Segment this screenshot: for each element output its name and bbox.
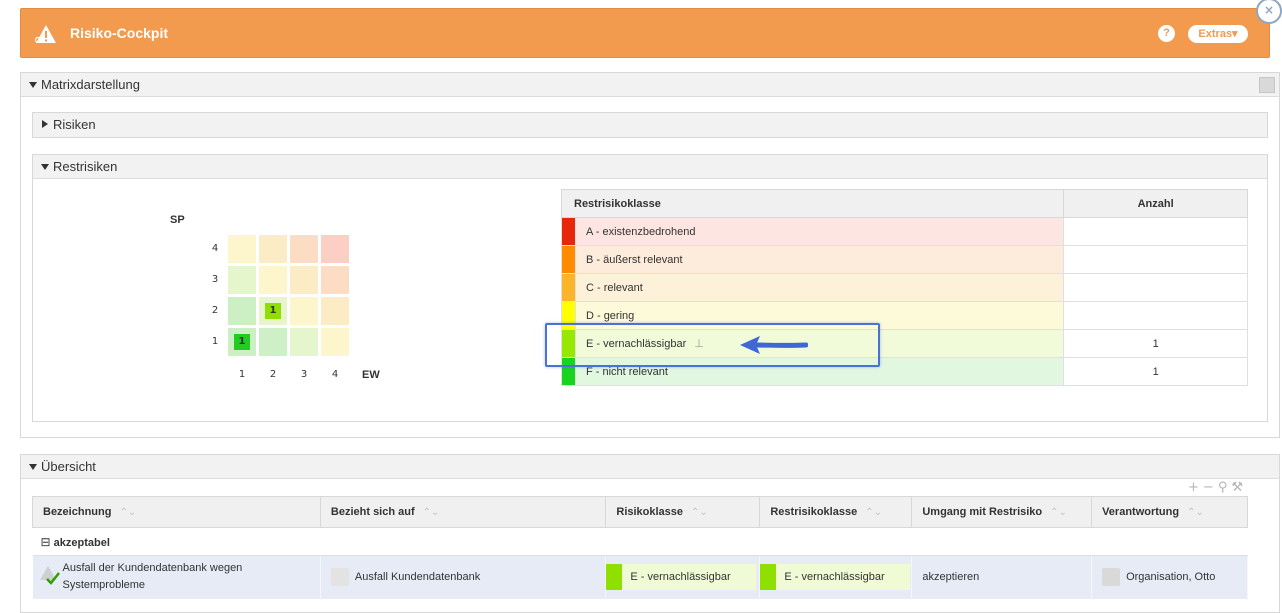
class-label: C - relevant	[574, 273, 1065, 302]
class-count	[1063, 273, 1248, 302]
sort-icon: ⌃⌄	[1050, 507, 1067, 518]
arrow-annotation-icon	[740, 336, 808, 354]
risk-accepted-icon	[39, 566, 60, 585]
risiken-panel: Risiken	[32, 112, 1268, 138]
class-label: A - existenzbedrohend	[574, 217, 1065, 246]
matrix-cell[interactable]	[321, 235, 349, 263]
y-tick-label: 1	[211, 336, 219, 347]
x-tick-label: 2	[269, 369, 277, 380]
x-tick-label: 1	[238, 369, 246, 380]
column-header-anzahl[interactable]: Anzahl	[1063, 189, 1248, 218]
matrix-cell[interactable]	[259, 266, 287, 294]
matrix-cell[interactable]: 1	[259, 297, 287, 325]
risk-cockpit-window: Risiko-Cockpit ? Extras▾ × Matrixdarstel…	[0, 0, 1282, 613]
add-icon[interactable]: +	[1188, 480, 1203, 495]
column-header-restrisikoklasse[interactable]: Restrisikoklasse	[560, 189, 1065, 218]
matrix-cell[interactable]	[290, 328, 318, 356]
matrix-cell[interactable]	[321, 328, 349, 356]
group-label: akzeptabel	[53, 536, 110, 549]
x-axis-label: EW	[362, 369, 380, 381]
collapse-icon	[29, 82, 37, 88]
asset-icon	[330, 568, 349, 587]
matrix-cell[interactable]	[321, 266, 349, 294]
extras-button[interactable]: Extras▾	[1188, 25, 1248, 43]
matrix-panel-header[interactable]: Matrixdarstellung	[21, 73, 1279, 97]
y-tick-label: 2	[211, 305, 219, 316]
class-color-swatch	[561, 273, 576, 302]
restrisiken-panel-header[interactable]: Restrisiken	[33, 155, 1267, 179]
help-icon[interactable]: ?	[1158, 25, 1175, 42]
restrisiko-row[interactable]: C - relevant	[561, 273, 1248, 302]
group-row[interactable]: ⊟ akzeptabel	[32, 527, 1248, 556]
matrix-panel-title: Matrixdarstellung	[41, 77, 140, 92]
matrix-cell[interactable]: 1	[228, 328, 256, 356]
restrisiko-row[interactable]: B - äußerst relevant	[561, 245, 1248, 274]
window-title: Risiko-Cockpit	[70, 25, 169, 41]
class-count	[1063, 245, 1248, 274]
y-tick-label: 3	[211, 274, 219, 285]
class-count: 1	[1063, 329, 1248, 358]
overview-toolbar: +−⚲⚒	[1188, 480, 1247, 495]
cell-risikoklasse: E - vernachlässigbar	[605, 555, 761, 599]
restrisiken-panel-title: Restrisiken	[53, 159, 118, 174]
class-count	[1063, 301, 1248, 330]
remove-icon[interactable]: −	[1203, 480, 1218, 495]
x-tick-label: 4	[331, 369, 339, 380]
highlight-annotation	[545, 323, 880, 367]
matrix-cell[interactable]	[259, 328, 287, 356]
column-header-risikoklasse[interactable]: Risikoklasse ⌃⌄	[605, 496, 761, 528]
title-bar: Risiko-Cockpit ? Extras▾	[20, 8, 1270, 58]
risiken-panel-header[interactable]: Risiken	[33, 113, 1267, 137]
class-color-swatch	[561, 217, 576, 246]
x-tick-label: 3	[300, 369, 308, 380]
uebersicht-panel-header[interactable]: Übersicht	[21, 455, 1279, 479]
risk-warning-icon	[35, 25, 56, 44]
sort-icon: ⌃⌄	[691, 507, 708, 518]
cell-restrisikoklasse: E - vernachlässigbar	[759, 555, 913, 599]
cell-umgang: akzeptieren	[911, 555, 1093, 599]
layout-toggle-icon[interactable]	[1259, 77, 1275, 93]
class-label: B - äußerst relevant	[574, 245, 1065, 274]
table-row[interactable]: Ausfall der Kundendatenbank wegen System…	[32, 555, 1248, 599]
cell-verantwortung: Organisation, Otto	[1091, 555, 1248, 599]
collapse-icon	[41, 164, 49, 170]
class-count: 1	[1063, 357, 1248, 386]
restrisiko-row[interactable]: A - existenzbedrohend	[561, 217, 1248, 246]
matrix-cell[interactable]	[321, 297, 349, 325]
column-header-restrisikoklasse[interactable]: Restrisikoklasse ⌃⌄	[759, 496, 913, 528]
overview-table: Bezeichnung ⌃⌄ Bezieht sich auf ⌃⌄ Risikok…	[32, 496, 1248, 599]
person-icon	[1102, 568, 1121, 587]
column-header-bezieht[interactable]: Bezieht sich auf ⌃⌄	[319, 496, 607, 528]
y-tick-label: 4	[211, 243, 219, 254]
class-count	[1063, 217, 1248, 246]
sort-icon: ⌃⌄	[865, 507, 882, 518]
expand-icon	[42, 120, 48, 128]
y-axis-label: SP	[170, 214, 185, 226]
class-color-swatch	[561, 245, 576, 274]
wrench-icon[interactable]: ⚒	[1231, 480, 1247, 495]
sort-icon: ⌃⌄	[119, 507, 137, 518]
collapse-icon	[29, 464, 37, 470]
matrix-cell[interactable]	[290, 235, 318, 263]
column-header-bezeichnung[interactable]: Bezeichnung ⌃⌄	[32, 496, 321, 528]
sort-icon: ⌃⌄	[422, 507, 440, 518]
cell-bezieht: Ausfall Kundendatenbank	[320, 555, 607, 599]
matrix-cell[interactable]	[290, 266, 318, 294]
column-header-umgang[interactable]: Umgang mit Restrisiko ⌃⌄	[911, 496, 1093, 528]
matrix-cell[interactable]	[228, 297, 256, 325]
sort-icon: ⌃⌄	[1187, 507, 1204, 518]
uebersicht-panel-title: Übersicht	[41, 459, 96, 474]
search-icon[interactable]: ⚲	[1218, 480, 1232, 495]
matrix-cell-count: 1	[265, 303, 281, 319]
matrix-cell[interactable]	[259, 235, 287, 263]
close-button[interactable]: ×	[1256, 0, 1282, 24]
matrix-cell[interactable]	[228, 266, 256, 294]
matrix-cell-count: 1	[234, 334, 250, 350]
group-toggle-icon[interactable]: ⊟	[41, 535, 51, 549]
column-header-verantwortung[interactable]: Verantwortung ⌃⌄	[1091, 496, 1248, 528]
matrix-cell[interactable]	[228, 235, 256, 263]
matrix-cell[interactable]	[290, 297, 318, 325]
risiken-panel-title: Risiken	[53, 117, 96, 132]
cell-bezeichnung: Ausfall der Kundendatenbank wegen System…	[32, 555, 321, 599]
